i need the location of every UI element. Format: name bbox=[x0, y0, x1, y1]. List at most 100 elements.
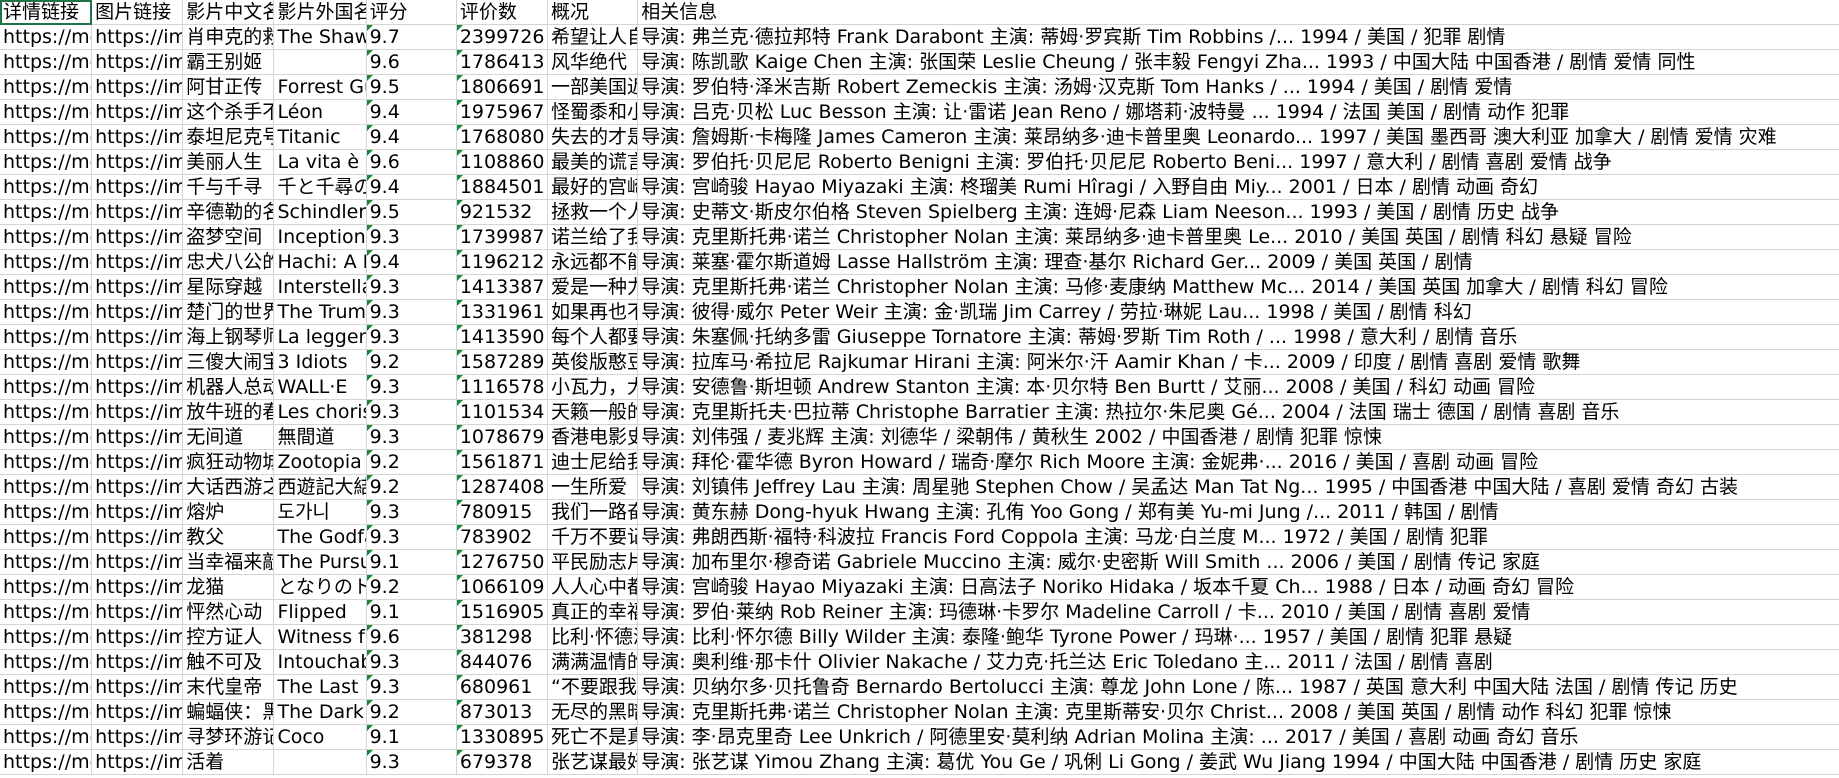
header-cell-rating[interactable]: 评分 bbox=[366, 0, 457, 25]
related-info-cell[interactable]: 导演: 贝纳尔多·贝托鲁奇 Bernardo Bertolucci 主演: 尊龙… bbox=[638, 675, 1839, 700]
chinese-title-cell[interactable]: 龙猫 bbox=[183, 575, 275, 600]
foreign-title-cell[interactable]: Interstellar bbox=[274, 275, 367, 300]
header-cell-detail-link[interactable]: 详情链接 bbox=[0, 0, 93, 25]
detail-link-cell[interactable]: https://movie bbox=[0, 350, 93, 375]
related-info-cell[interactable]: 导演: 拉库马·希拉尼 Rajkumar Hirani 主演: 阿米尔·汗 Aa… bbox=[638, 350, 1839, 375]
review-count-cell[interactable]: 1587289 bbox=[456, 350, 548, 375]
review-count-cell[interactable]: 1975967 bbox=[456, 100, 548, 125]
detail-link-cell[interactable]: https://movie bbox=[0, 25, 93, 50]
summary-cell[interactable]: 小瓦力，大人生 bbox=[548, 375, 639, 400]
rating-cell[interactable]: 9.3 bbox=[366, 225, 457, 250]
detail-link-cell[interactable]: https://movie bbox=[0, 725, 93, 750]
rating-cell[interactable]: 9.5 bbox=[366, 200, 457, 225]
rating-cell[interactable]: 9.7 bbox=[366, 25, 457, 50]
chinese-title-cell[interactable]: 楚门的世界 bbox=[183, 300, 275, 325]
review-count-cell[interactable]: 1287408 bbox=[456, 475, 548, 500]
related-info-cell[interactable]: 导演: 陈凯歌 Kaige Chen 主演: 张国荣 Leslie Cheung… bbox=[638, 50, 1839, 75]
foreign-title-cell[interactable]: WALL·E bbox=[274, 375, 367, 400]
image-link-cell[interactable]: https://img bbox=[92, 400, 184, 425]
detail-link-cell[interactable]: https://movie bbox=[0, 125, 93, 150]
chinese-title-cell[interactable]: 盗梦空间 bbox=[183, 225, 275, 250]
chinese-title-cell[interactable]: 蝙蝠侠：黑暗骑士 bbox=[183, 700, 275, 725]
rating-cell[interactable]: 9.3 bbox=[366, 650, 457, 675]
summary-cell[interactable]: 迪士尼给我们 bbox=[548, 450, 639, 475]
foreign-title-cell[interactable]: Witness for the Prosecution bbox=[274, 625, 367, 650]
image-link-cell[interactable]: https://img bbox=[92, 325, 184, 350]
rating-cell[interactable]: 9.4 bbox=[366, 125, 457, 150]
related-info-cell[interactable]: 导演: 克里斯托弗·诺兰 Christopher Nolan 主演: 马修·麦康… bbox=[638, 275, 1839, 300]
summary-cell[interactable]: 爱是一种力量 bbox=[548, 275, 639, 300]
header-cell-image-link[interactable]: 图片链接 bbox=[92, 0, 184, 25]
image-link-cell[interactable]: https://img bbox=[92, 600, 184, 625]
detail-link-cell[interactable]: https://movie bbox=[0, 175, 93, 200]
detail-link-cell[interactable]: https://movie bbox=[0, 225, 93, 250]
related-info-cell[interactable]: 导演: 张艺谋 Yimou Zhang 主演: 葛优 You Ge / 巩俐 L… bbox=[638, 750, 1839, 775]
related-info-cell[interactable]: 导演: 奥利维·那卡什 Olivier Nakache / 艾力克·托兰达 Er… bbox=[638, 650, 1839, 675]
review-count-cell[interactable]: 1108860 bbox=[456, 150, 548, 175]
review-count-cell[interactable]: 2399726 bbox=[456, 25, 548, 50]
review-count-cell[interactable]: 1101534 bbox=[456, 400, 548, 425]
related-info-cell[interactable]: 导演: 弗兰克·德拉邦特 Frank Darabont 主演: 蒂姆·罗宾斯 T… bbox=[638, 25, 1839, 50]
header-cell-foreign-title[interactable]: 影片外国名 bbox=[274, 0, 367, 25]
related-info-cell[interactable]: 导演: 罗伯托·贝尼尼 Roberto Benigni 主演: 罗伯托·贝尼尼 … bbox=[638, 150, 1839, 175]
image-link-cell[interactable]: https://img bbox=[92, 25, 184, 50]
foreign-title-cell[interactable]: La vita è bella bbox=[274, 150, 367, 175]
chinese-title-cell[interactable]: 肖申克的救赎 bbox=[183, 25, 275, 50]
chinese-title-cell[interactable]: 这个杀手不太冷 bbox=[183, 100, 275, 125]
chinese-title-cell[interactable]: 寻梦环游记 bbox=[183, 725, 275, 750]
foreign-title-cell[interactable]: 千と千尋の神隠し bbox=[274, 175, 367, 200]
rating-cell[interactable]: 9.3 bbox=[366, 425, 457, 450]
review-count-cell[interactable]: 1413590 bbox=[456, 325, 548, 350]
foreign-title-cell[interactable]: The Shawshank Redemption bbox=[274, 25, 367, 50]
summary-cell[interactable]: 风华绝代 bbox=[548, 50, 639, 75]
chinese-title-cell[interactable]: 大话西游之大圣娶亲 bbox=[183, 475, 275, 500]
rating-cell[interactable]: 9.3 bbox=[366, 500, 457, 525]
foreign-title-cell[interactable]: Léon bbox=[274, 100, 367, 125]
foreign-title-cell[interactable]: Titanic bbox=[274, 125, 367, 150]
rating-cell[interactable]: 9.5 bbox=[366, 75, 457, 100]
image-link-cell[interactable]: https://img bbox=[92, 150, 184, 175]
rating-cell[interactable]: 9.2 bbox=[366, 450, 457, 475]
detail-link-cell[interactable]: https://movie bbox=[0, 475, 93, 500]
foreign-title-cell[interactable] bbox=[274, 750, 367, 775]
detail-link-cell[interactable]: https://movie bbox=[0, 675, 93, 700]
related-info-cell[interactable]: 导演: 罗伯特·泽米吉斯 Robert Zemeckis 主演: 汤姆·汉克斯 … bbox=[638, 75, 1839, 100]
image-link-cell[interactable]: https://img bbox=[92, 50, 184, 75]
image-link-cell[interactable]: https://img bbox=[92, 100, 184, 125]
review-count-cell[interactable]: 783902 bbox=[456, 525, 548, 550]
related-info-cell[interactable]: 导演: 莱塞·霍尔斯道姆 Lasse Hallström 主演: 理查·基尔 R… bbox=[638, 250, 1839, 275]
image-link-cell[interactable]: https://img bbox=[92, 75, 184, 100]
rating-cell[interactable]: 9.1 bbox=[366, 550, 457, 575]
image-link-cell[interactable]: https://img bbox=[92, 700, 184, 725]
image-link-cell[interactable]: https://img bbox=[92, 450, 184, 475]
header-cell-chinese-title[interactable]: 影片中文名 bbox=[183, 0, 275, 25]
summary-cell[interactable]: 一生所爱 bbox=[548, 475, 639, 500]
image-link-cell[interactable]: https://img bbox=[92, 175, 184, 200]
foreign-title-cell[interactable]: Les choristes bbox=[274, 400, 367, 425]
chinese-title-cell[interactable]: 熔炉 bbox=[183, 500, 275, 525]
summary-cell[interactable]: “不要跟我比 bbox=[548, 675, 639, 700]
review-count-cell[interactable]: 1739987 bbox=[456, 225, 548, 250]
foreign-title-cell[interactable]: The Truman Show bbox=[274, 300, 367, 325]
header-cell-summary[interactable]: 概况 bbox=[548, 0, 639, 25]
summary-cell[interactable]: 无尽的黑暗 bbox=[548, 700, 639, 725]
detail-link-cell[interactable]: https://movie bbox=[0, 250, 93, 275]
image-link-cell[interactable]: https://img bbox=[92, 250, 184, 275]
detail-link-cell[interactable]: https://movie bbox=[0, 425, 93, 450]
detail-link-cell[interactable]: https://movie bbox=[0, 575, 93, 600]
related-info-cell[interactable]: 导演: 比利·怀尔德 Billy Wilder 主演: 泰隆·鲍华 Tyrone… bbox=[638, 625, 1839, 650]
rating-cell[interactable]: 9.1 bbox=[366, 600, 457, 625]
related-info-cell[interactable]: 导演: 罗伯·莱纳 Rob Reiner 主演: 玛德琳·卡罗尔 Madelin… bbox=[638, 600, 1839, 625]
summary-cell[interactable]: 张艺谋最好的 bbox=[548, 750, 639, 775]
detail-link-cell[interactable]: https://movie bbox=[0, 325, 93, 350]
image-link-cell[interactable]: https://img bbox=[92, 725, 184, 750]
chinese-title-cell[interactable]: 星际穿越 bbox=[183, 275, 275, 300]
chinese-title-cell[interactable]: 无间道 bbox=[183, 425, 275, 450]
detail-link-cell[interactable]: https://movie bbox=[0, 450, 93, 475]
summary-cell[interactable]: 希望让人自由 bbox=[548, 25, 639, 50]
detail-link-cell[interactable]: https://movie bbox=[0, 650, 93, 675]
foreign-title-cell[interactable]: 無間道 bbox=[274, 425, 367, 450]
detail-link-cell[interactable]: https://movie bbox=[0, 600, 93, 625]
chinese-title-cell[interactable]: 忠犬八公的故事 bbox=[183, 250, 275, 275]
review-count-cell[interactable]: 680961 bbox=[456, 675, 548, 700]
